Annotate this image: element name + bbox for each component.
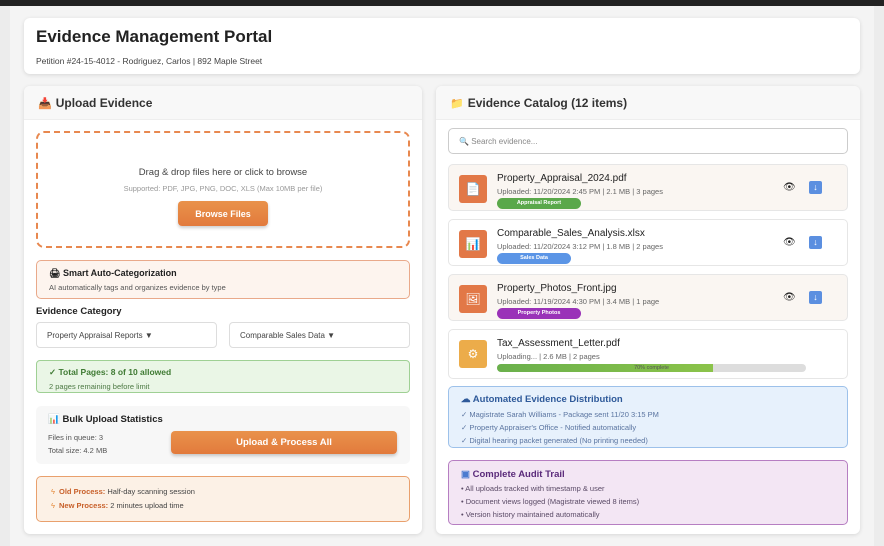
drop-zone[interactable]: Drag & drop files here or click to brows…	[36, 131, 410, 248]
file-name: Property_Appraisal_2024.pdf	[497, 173, 627, 184]
dist-item: ✓ Digital hearing packet generated (No p…	[461, 436, 648, 445]
category-tag: Property Photos	[497, 308, 581, 319]
file-meta: Uploading... | 2.6 MB | 2 pages	[497, 352, 600, 361]
upload-progress-bar: 70% complete	[497, 364, 806, 372]
page: Evidence Management Portal Petition #24-…	[10, 6, 874, 546]
progress-label: 70% complete	[634, 365, 669, 371]
catalog-panel-header: 📁 Evidence Catalog (12 items)	[436, 86, 860, 120]
file-name: Comparable_Sales_Analysis.xlsx	[497, 228, 645, 239]
upload-panel-header: 📥 Upload Evidence	[24, 86, 422, 120]
cloud-icon: ☁	[461, 394, 473, 405]
upload-title: Upload Evidence	[55, 96, 153, 110]
evidence-item-uploading: ⚙ Tax_Assessment_Letter.pdf Uploading...…	[448, 329, 848, 379]
inbox-tray-icon: 📥	[38, 98, 52, 110]
file-meta: Uploaded: 11/20/2024 3:12 PM | 1.8 MB | …	[497, 242, 663, 251]
audit-item: • Version history maintained automatical…	[461, 510, 600, 519]
auto-categorization-box: 🖨 Smart Auto-Categorization AI automatic…	[36, 260, 410, 299]
distribution-box: ☁ Automated Evidence Distribution ✓ Magi…	[448, 386, 848, 448]
lightning-icon: ϟ	[51, 487, 55, 496]
audit-title: Complete Audit Trail	[472, 469, 565, 480]
catalog-panel: 📁 Evidence Catalog (12 items) 🔍 Search ev…	[436, 86, 860, 534]
evidence-item[interactable]: 📄 Property_Appraisal_2024.pdf Uploaded: …	[448, 164, 848, 211]
old-label: Old Process:	[58, 487, 106, 496]
spreadsheet-file-icon: 📊	[459, 230, 487, 258]
pages-desc: 2 pages remaining before limit	[49, 382, 150, 391]
new-value: 2 minutes upload time	[110, 501, 184, 510]
category-select-1[interactable]: Property Appraisal Reports ▼	[36, 322, 217, 348]
auto-title: Smart Auto-Categorization	[62, 268, 177, 278]
category-tag: Sales Data	[497, 253, 571, 264]
bulk-stats: 📊 Bulk Upload Statistics Files in queue:…	[36, 406, 410, 464]
robot-icon: 🖨	[49, 268, 63, 278]
category-label: Evidence Category	[36, 306, 122, 317]
bulk-title: Bulk Upload Statistics	[62, 414, 163, 425]
view-eye-icon[interactable]: 👁	[783, 292, 796, 303]
evidence-item[interactable]: 🖼 Property_Photos_Front.jpg Uploaded: 11…	[448, 274, 848, 321]
pdf-file-icon: 📄	[459, 175, 487, 203]
bar-chart-icon: 📊	[48, 414, 63, 425]
view-eye-icon[interactable]: 👁	[783, 237, 796, 248]
drop-text: Drag & drop files here or click to brows…	[138, 167, 308, 178]
auto-desc: AI automatically tags and organizes evid…	[49, 283, 226, 292]
file-meta: Uploaded: 11/20/2024 2:45 PM | 2.1 MB | …	[497, 187, 663, 196]
download-icon[interactable]: ↓	[809, 291, 822, 304]
view-eye-icon[interactable]: 👁	[783, 182, 796, 193]
lightning-icon: ϟ	[51, 501, 55, 510]
upload-process-all-button[interactable]: Upload & Process All	[171, 431, 397, 454]
browse-files-button[interactable]: Browse Files	[178, 201, 268, 226]
category-select-2[interactable]: Comparable Sales Data ▼	[229, 322, 410, 348]
dist-item: ✓ Property Appraiser's Office - Notified…	[461, 423, 637, 432]
dist-title: Automated Evidence Distribution	[472, 394, 623, 405]
upload-panel: 📥 Upload Evidence Drag & drop files here …	[24, 86, 422, 534]
image-file-icon: 🖼	[459, 285, 487, 313]
supported-formats: Supported: PDF, JPG, PNG, DOC, XLS (Max …	[123, 184, 323, 193]
audit-item: • Document views logged (Magistrate view…	[461, 497, 640, 506]
download-icon[interactable]: ↓	[809, 236, 822, 249]
pages-title: ✓ Total Pages: 8 of 10 allowed	[49, 367, 172, 377]
audit-log-icon: ▣	[461, 469, 473, 480]
new-label: New Process:	[58, 501, 109, 510]
category-tag: Appraisal Report	[497, 198, 581, 209]
page-title: Evidence Management Portal	[36, 27, 273, 46]
search-input[interactable]: 🔍 Search evidence...	[448, 128, 848, 154]
catalog-title: Evidence Catalog (12 items)	[467, 96, 628, 110]
gear-icon: ⚙	[459, 340, 487, 368]
portal-header: Evidence Management Portal Petition #24-…	[24, 18, 860, 74]
file-meta: Uploaded: 11/19/2024 4:30 PM | 3.4 MB | …	[497, 297, 660, 306]
process-comparison: ϟ Old Process: Half-day scanning session …	[36, 476, 410, 522]
file-name: Property_Photos_Front.jpg	[497, 283, 617, 294]
search-icon: 🔍	[459, 137, 472, 146]
folder-icon: 📁	[450, 98, 464, 110]
old-value: Half-day scanning session	[107, 487, 195, 496]
file-name: Tax_Assessment_Letter.pdf	[497, 338, 620, 349]
audit-item: • All uploads tracked with timestamp & u…	[461, 484, 605, 493]
download-icon[interactable]: ↓	[809, 181, 822, 194]
dist-item: ✓ Magistrate Sarah Williams - Package se…	[461, 410, 659, 419]
page-limit-box: ✓ Total Pages: 8 of 10 allowed 2 pages r…	[36, 360, 410, 393]
audit-trail-box: ▣ Complete Audit Trail • All uploads tra…	[448, 460, 848, 525]
search-placeholder: Search evidence...	[471, 137, 538, 146]
evidence-item[interactable]: 📊 Comparable_Sales_Analysis.xlsx Uploade…	[448, 219, 848, 266]
petition-info: Petition #24-15-4012 - Rodriguez, Carlos…	[36, 56, 263, 66]
